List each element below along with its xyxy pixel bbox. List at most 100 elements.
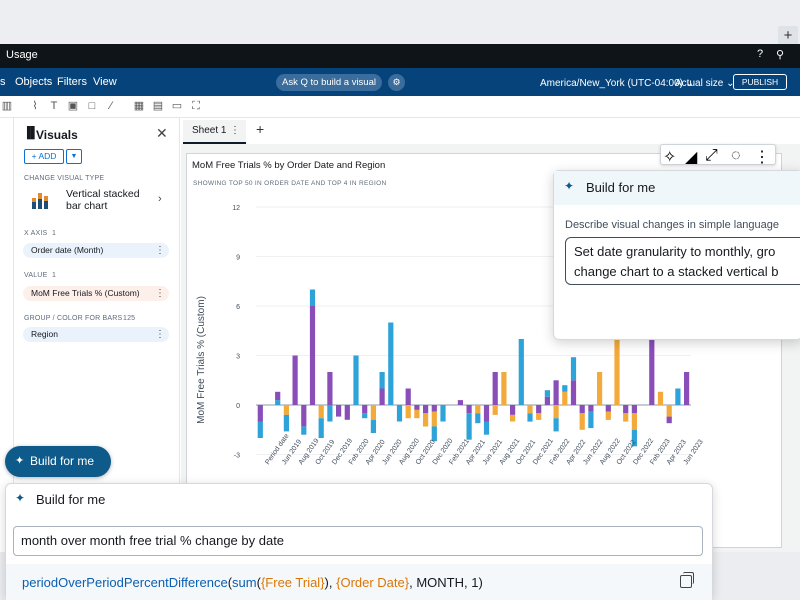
q-settings-icon[interactable]: ⚙: [388, 74, 405, 91]
more-options-icon[interactable]: ⋮: [155, 243, 165, 258]
close-icon[interactable]: ✕: [156, 125, 168, 142]
table-icon[interactable]: ▤: [151, 99, 165, 113]
more-options-icon[interactable]: ⋮: [155, 327, 165, 342]
toolbar: ▥ ⌇ T ▣ □ ∕ ▦ ▤ ▭ ⛶: [0, 96, 800, 118]
bar-segment: [544, 396, 550, 406]
value-field-pill[interactable]: MoM Free Trials % (Custom) ⋮: [23, 286, 169, 301]
bar-segment: [553, 418, 559, 432]
bar-segment: [327, 405, 333, 422]
y-tick-label: 0: [236, 403, 240, 410]
bar-segment: [570, 357, 577, 381]
sparkle-icon[interactable]: ✧: [663, 147, 676, 167]
more-options-icon[interactable]: ⋮: [155, 286, 165, 301]
bar-segment: [283, 405, 289, 415]
y-axis-label: MoM Free Trials % (Custom): [196, 296, 207, 424]
x-axis-label: X AXIS: [24, 230, 48, 237]
shape-icon[interactable]: □: [85, 99, 99, 113]
tab-sheet-1[interactable]: Sheet 1 ⋮: [183, 120, 246, 144]
help-icon[interactable]: ?: [752, 48, 768, 60]
text-icon[interactable]: T: [47, 99, 61, 113]
add-visual-icon[interactable]: ▥: [0, 99, 14, 113]
bar-segment: [605, 411, 611, 420]
bar-segment: [675, 388, 681, 405]
menu-item-objects[interactable]: Objects: [15, 76, 52, 88]
insight-bulb-icon[interactable]: ◌: [731, 147, 741, 165]
chart-type-icon[interactable]: ◢: [685, 147, 697, 167]
panel-title: Build for me: [36, 492, 106, 507]
bar-segment: [588, 411, 594, 429]
visual-type-name: Vertical stacked bar chart: [66, 188, 140, 212]
bar-segment: [544, 390, 550, 397]
menu-item-file[interactable]: s: [0, 76, 6, 88]
zoom-select[interactable]: Actual size ⌄: [675, 78, 735, 89]
fullscreen-icon[interactable]: ⛶: [189, 99, 203, 113]
formula-sum: sum: [232, 575, 257, 590]
bar-segment: [483, 421, 490, 435]
x-axis-field: Order date (Month): [31, 245, 104, 255]
bar-segment: [570, 380, 577, 406]
user-icon[interactable]: ⚲: [772, 48, 788, 61]
x-axis-count: 1: [52, 230, 57, 237]
bar-segment: [283, 414, 289, 432]
more-options-icon[interactable]: ⋮: [230, 120, 240, 142]
sheet-icon[interactable]: ▭: [170, 99, 184, 113]
bar-segment: [362, 413, 368, 419]
publish-button[interactable]: PUBLISH: [733, 74, 787, 90]
y-tick-label: 12: [232, 205, 240, 212]
layout-icon[interactable]: ▦: [132, 99, 146, 113]
bar-segment: [344, 405, 350, 420]
bar-segment: [388, 322, 394, 405]
add-button[interactable]: + ADD: [24, 149, 64, 164]
copy-icon[interactable]: [680, 572, 694, 588]
chevron-right-icon[interactable]: ›: [158, 193, 162, 205]
new-tab-button[interactable]: +: [778, 26, 798, 46]
bar-segment: [631, 413, 637, 430]
bar-segment: [623, 413, 629, 422]
bar-segment: [475, 405, 481, 414]
ask-q-button[interactable]: Ask Q to build a visual: [276, 74, 382, 91]
bar-segment: [327, 372, 333, 405]
bar-segment: [527, 413, 533, 422]
add-dropdown-icon[interactable]: ▼: [66, 149, 82, 164]
bar-segment: [431, 405, 437, 412]
line-icon[interactable]: ⌇: [28, 99, 42, 113]
menu-item-filters[interactable]: Filters: [57, 76, 87, 88]
bar-segment: [301, 405, 307, 427]
bar-segment: [666, 405, 672, 417]
bar-segment: [414, 405, 420, 410]
formula-field-free-trial: {Free Trial}: [260, 575, 325, 590]
y-tick-label: -3: [234, 453, 240, 460]
bar-segment: [431, 411, 437, 427]
title-bar: Usage ? ⚲: [0, 44, 800, 68]
menu-item-view[interactable]: View: [93, 76, 117, 88]
add-sheet-button[interactable]: +: [256, 121, 264, 137]
calculation-query-input[interactable]: month over month free trial % change by …: [13, 526, 703, 556]
visual-changes-line-2: change chart to a stacked vertical b: [574, 264, 779, 279]
bar-segment: [362, 405, 368, 414]
expand-icon[interactable]: ⤢: [705, 147, 718, 165]
image-icon[interactable]: ▣: [66, 99, 80, 113]
bar-segment: [466, 413, 472, 440]
bar-segment: [553, 405, 559, 419]
bar-segment: [379, 372, 385, 389]
sparkle-icon: ✦: [564, 179, 575, 193]
formula-field-order-date: {Order Date}: [336, 575, 410, 590]
ask-q-label: Ask Q to build a visual: [282, 77, 376, 88]
bar-segment: [588, 405, 594, 412]
menu-dots-icon[interactable]: ⋮: [754, 147, 770, 167]
x-axis-field-pill[interactable]: Order date (Month) ⋮: [23, 243, 169, 258]
bar-segment: [292, 355, 298, 405]
build-for-me-button[interactable]: ✦ Build for me: [5, 446, 111, 477]
bar-segment: [370, 419, 376, 433]
bar-segment: [562, 391, 568, 405]
bar-segment: [370, 405, 376, 420]
bar-segment: [510, 405, 516, 415]
desktop-strip: [0, 0, 800, 46]
sparkle-icon: ✦: [15, 491, 26, 505]
group-field-pill[interactable]: Region ⋮: [23, 327, 169, 342]
pen-icon[interactable]: ∕: [104, 99, 118, 113]
value-label: VALUE: [24, 272, 48, 279]
y-tick-label: 6: [236, 304, 240, 311]
bar-segment: [405, 388, 411, 405]
timezone-select[interactable]: America/New_York (UTC-04:00) ⌄: [540, 78, 694, 89]
